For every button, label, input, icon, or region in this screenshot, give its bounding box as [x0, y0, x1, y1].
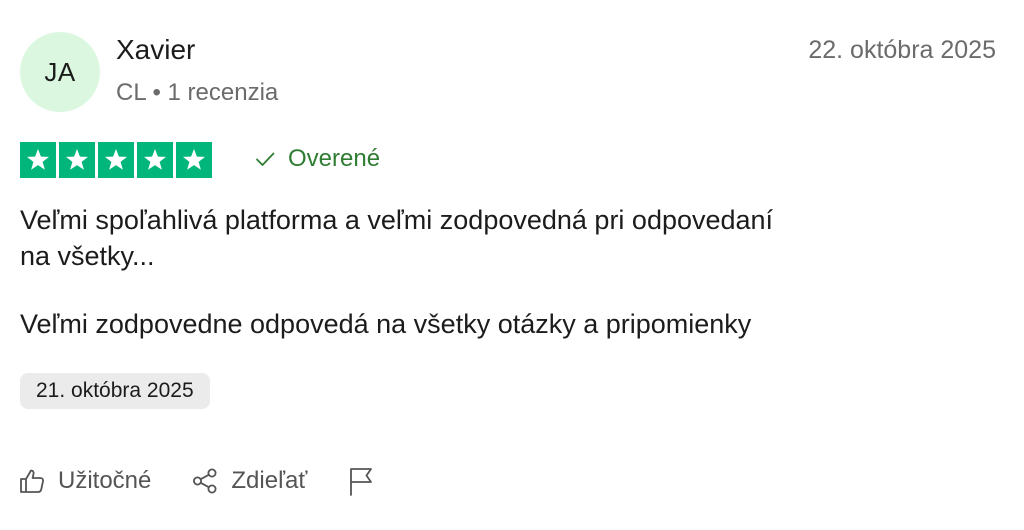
reviewer-meta: CL • 1 recenzia — [116, 79, 279, 106]
verified-label: Overené — [288, 145, 381, 172]
reviewer-name[interactable]: Xavier — [116, 34, 195, 66]
verified-badge[interactable]: Overené — [254, 145, 380, 173]
avatar-initials: JA — [44, 56, 76, 87]
share-button[interactable]: Zdieľať — [191, 467, 307, 495]
report-button[interactable] — [347, 466, 375, 496]
star-icon — [137, 142, 173, 178]
review-card: JA Xavier CL • 1 recenzia 22. októbra 20… — [0, 0, 1024, 530]
star-icon — [176, 142, 212, 178]
review-title-line-1: Veľmi spoľahlivá platforma a veľmi zodpo… — [20, 205, 774, 235]
review-title[interactable]: Veľmi spoľahlivá platforma a veľmi zodpo… — [20, 202, 980, 274]
review-date: 22. októbra 2025 — [808, 36, 996, 64]
useful-label: Užitočné — [58, 467, 152, 494]
experience-date-badge: 21. októbra 2025 — [20, 373, 210, 409]
share-label: Zdieľať — [231, 467, 308, 494]
star-icon — [20, 142, 56, 178]
review-title-line-2: na všetky... — [20, 241, 155, 271]
useful-button[interactable]: Užitočné — [18, 467, 151, 495]
star-icon — [59, 142, 95, 178]
thumbs-up-icon — [18, 467, 46, 495]
flag-icon — [347, 466, 375, 496]
star-rating — [20, 142, 212, 178]
share-icon — [191, 467, 219, 495]
review-actions: Užitočné Zdieľať — [18, 466, 375, 496]
avatar[interactable]: JA — [20, 32, 100, 112]
review-body: Veľmi zodpovedne odpovedá na všetky otáz… — [20, 309, 752, 339]
star-icon — [98, 142, 134, 178]
check-icon — [254, 148, 276, 170]
